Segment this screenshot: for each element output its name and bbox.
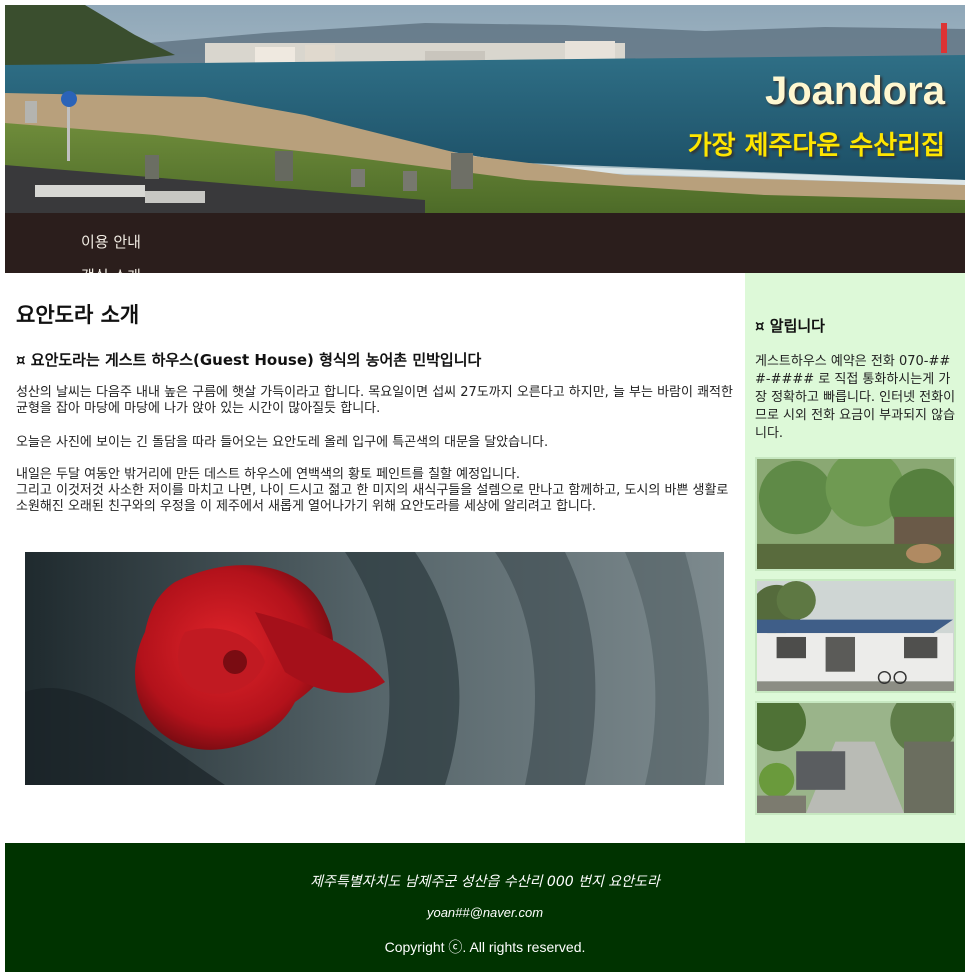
footer-address: 제주특별자치도 남제주군 성산읍 수산리 000 번지 요안도라: [310, 874, 660, 890]
section-subtitle: ¤ 요안도라는 게스트 하우스(Guest House) 형식의 농어촌 민박입…: [16, 351, 482, 369]
sidebar: ¤ 알립니다 게스트하우스 예약은 전화 070-###-#### 로 직접 통…: [745, 273, 965, 843]
alley-photo: [755, 701, 956, 815]
paragraph-plans-line-2: 그리고 이것저것 사소한 저이를 마치고 나면, 나이 드시고 젊고 한 미지의…: [16, 483, 729, 514]
garden-photo: [755, 457, 956, 571]
site-tagline: 가장 제주다운 수산리집: [687, 131, 945, 161]
camellia-photo: [25, 552, 724, 785]
nav-item-usage-guide[interactable]: 이용 안내: [81, 231, 141, 252]
notice-title: ¤ 알립니다: [755, 317, 825, 335]
header-banner: Joandora 가장 제주다운 수산리집: [5, 5, 965, 213]
main-content: 요안도라 소개 ¤ 요안도라는 게스트 하우스(Guest House) 형식의…: [5, 273, 745, 843]
footer-copyright: Copyright ⓒ. All rights reserved.: [384, 939, 586, 955]
site-title: Joandora: [764, 69, 945, 113]
footer: 제주특별자치도 남제주군 성산읍 수산리 000 번지 요안도라 yoan##@…: [5, 843, 965, 972]
house-photo: [755, 579, 956, 693]
notice-text: 게스트하우스 예약은 전화 070-###-#### 로 직접 통화하시는게 가…: [755, 354, 956, 441]
paragraph-plans: 내일은 두달 여동안 밖거리에 만든 데스트 하우스에 연백색의 황토 페인트를…: [16, 467, 734, 515]
page: Joandora 가장 제주다운 수산리집 이용 안내 객실 소개 요안도라 소…: [5, 5, 965, 972]
nav-item-rooms[interactable]: 객실 소개: [81, 265, 141, 273]
main-nav: 이용 안내 객실 소개: [5, 213, 965, 273]
paragraph-weather: 성산의 날씨는 다음주 내내 높은 구름에 햇살 가득이라고 합니다. 목요일이…: [16, 385, 733, 416]
paragraph-plans-line-1: 내일은 두달 여동안 밖거리에 만든 데스트 하우스에 연백색의 황토 페인트를…: [16, 467, 521, 482]
page-title: 요안도라 소개: [16, 303, 140, 327]
paragraph-gate: 오늘은 사진에 보이는 긴 돌담을 따라 들어오는 요안도레 올레 입구에 특곤…: [16, 435, 549, 450]
footer-email[interactable]: yoan##@naver.com: [5, 905, 965, 920]
